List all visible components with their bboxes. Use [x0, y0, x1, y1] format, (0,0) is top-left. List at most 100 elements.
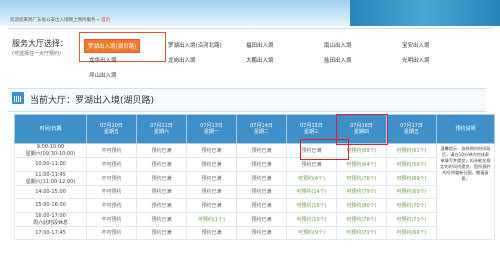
date-column-header: 07月14日 星期二 — [236, 114, 287, 144]
breadcrumb-home-link[interactable]: 首页 — [101, 18, 110, 23]
breadcrumb-prefix: 欢迎您来到广东省公安出入境网上预约服务 » — [10, 18, 102, 23]
slot-available[interactable]: 可预约(80个) — [336, 198, 387, 213]
slot-full: 预约已满 — [236, 198, 287, 213]
time-slot-label: 14:00-15:00 — [35, 188, 66, 195]
slot-full: 预约已满 — [136, 143, 187, 158]
date-column-header: 07月11日 星期六 — [136, 114, 187, 144]
time-slot-cell: 16:00-17:00 周六此时段休息 — [14, 211, 87, 227]
table-header-row: 时间/日期 07月10日 星期五 07月11日 星期六 07月13日 星期一 07月1… — [14, 113, 495, 145]
slot-full: 预约已满 — [136, 184, 187, 199]
slot-available[interactable]: 可预约(69个) — [386, 170, 437, 186]
note-header: 预约说明 — [436, 114, 495, 144]
slot-available[interactable]: 可预约(73个) — [386, 211, 437, 227]
slot-unavailable: 不可预约 — [86, 184, 137, 199]
slot-full: 预约已满 — [186, 184, 237, 199]
column-weekday: 星期三 — [303, 129, 319, 135]
slot-available[interactable]: 可预约(66个) — [386, 225, 437, 240]
slot-full: 预约已满 — [136, 225, 187, 240]
hall-option-yantian[interactable]: 盐田出入境 — [324, 56, 352, 64]
slot-unavailable: 不可预约 — [86, 225, 137, 240]
hall-select-sublabel: (可选择任一大厅预约) — [12, 51, 61, 57]
time-slot-cell: 17:00-17:45 — [14, 225, 87, 240]
slot-full: 预约已满 — [186, 198, 237, 213]
table-row: 14:00-15:00 不可预约 预约已满 预约已满 预约已满 可预约(14个) 可预约(7… — [14, 184, 495, 199]
table-row: 10:00-11:00 不可预约 预约已满 预约已满 预约已满 预约已满 可预约(64个) 可… — [14, 157, 495, 172]
slot-full: 预约已满 — [236, 225, 287, 240]
time-slot-cell: 10:00-11:00 — [14, 157, 87, 172]
column-weekday: 星期五 — [103, 129, 119, 135]
slot-full: 预约已满 — [236, 170, 287, 186]
time-slot-cell: 14:00-15:00 — [14, 184, 87, 199]
slot-available[interactable]: 可预约(76个) — [336, 170, 387, 186]
hall-option-longhua[interactable]: 龙华出入境 — [89, 56, 117, 64]
slot-available[interactable]: 可预约(4个) — [286, 170, 337, 186]
time-slot-sublabel: 星期六(11:00-12:00) — [25, 178, 76, 185]
date-column-header: 07月10日 星期五 — [86, 114, 137, 144]
breadcrumb: 欢迎您来到广东省公安出入境网上预约服务 » 首页 — [10, 17, 110, 23]
selected-slot-highlight — [300, 139, 349, 160]
time-slot-sublabel: 周六此时段休息 — [32, 219, 68, 226]
hall-option-luohu-yanhe[interactable]: 罗湖出入境(沿河北路) — [168, 41, 222, 49]
table-row: 11:00-11:45 星期六(11:00-12:00) 不可预约 预约已满 预约已满预… — [14, 170, 495, 186]
slot-full: 预约已满 — [136, 198, 187, 213]
hall-option-pingshan[interactable]: 坪山出入境 — [89, 71, 117, 79]
time-slot-label: 15:00-16:00 — [35, 202, 66, 209]
slot-available[interactable]: 可预约(9个) — [286, 225, 337, 240]
slot-full: 预约已满 — [236, 211, 287, 227]
slot-unavailable: 不可预约 — [86, 157, 137, 172]
hall-option-dapeng[interactable]: 大鹏出入境 — [246, 56, 274, 64]
column-weekday: 星期一 — [203, 129, 219, 135]
hall-option-longgang[interactable]: 龙岗出入境 — [168, 56, 196, 64]
slot-available[interactable]: 可预约(61个) — [386, 143, 437, 158]
table-row: 16:00-17:00 周六此时段休息 不可预约 预约已满 可预约(1个) 预约已满 可预约… — [14, 211, 495, 227]
table-row: 17:00-17:45 不可预约 预约已满 预约已满 预约已满 可预约(9个) 可预约(71… — [14, 225, 495, 240]
slot-full: 预约已满 — [186, 170, 237, 186]
slot-available[interactable]: 可预约(56个) — [386, 157, 437, 172]
hall-option-luohu-hubei[interactable]: 罗湖出入境(湖贝路) — [84, 39, 141, 53]
slot-full: 预约已满 — [186, 225, 237, 240]
time-slot-sublabel: 星期六(09:30-10:00) — [25, 151, 76, 157]
slot-full: 预约已满 — [136, 211, 187, 227]
banner-image — [350, 0, 500, 26]
time-slot-label: 10:00-11:00 — [35, 161, 66, 168]
hall-option-futian[interactable]: 福田出入境 — [246, 41, 274, 49]
time-slot-cell: 11:00-11:45 星期六(11:00-12:00) — [14, 170, 87, 186]
date-column-header: 07月13日 星期一 — [186, 114, 237, 144]
slot-unavailable: 不可预约 — [86, 143, 137, 158]
column-weekday: 星期二 — [253, 129, 269, 135]
slot-full: 预约已满 — [186, 157, 237, 172]
slot-available[interactable]: 可预约(71个) — [336, 225, 387, 240]
table-row: 15:00-16:00 不可预约 预约已满 预约已满 预约已满 可预约(16个) 可预约(8… — [14, 198, 495, 213]
slot-full: 预约已满 — [186, 143, 237, 158]
hall-option-nanshan[interactable]: 南山出入境 — [324, 41, 352, 49]
slot-full: 预约已满 — [136, 157, 187, 172]
time-slot-cell: 9:00-10:00 星期六(09:30-10:00) — [14, 143, 87, 158]
slot-available[interactable]: 可预约(79个) — [336, 184, 387, 199]
slot-available[interactable]: 可预约(16个) — [286, 198, 337, 213]
slot-full: 预约已满 — [236, 184, 287, 199]
slot-unavailable: 不可预约 — [86, 170, 137, 186]
appointment-schedule-table: 时间/日期 07月10日 星期五 07月11日 星期六 07月13日 星期一 07月1… — [14, 113, 495, 240]
slot-unavailable: 不可预约 — [86, 211, 137, 227]
time-slot-label: 17:00-17:45 — [35, 229, 66, 236]
slot-available[interactable]: 可预约(69个) — [386, 184, 437, 199]
slot-unavailable: 不可预约 — [86, 198, 137, 213]
slot-available[interactable]: 可预约(10个) — [286, 211, 337, 227]
slot-full: 预约已满 — [236, 143, 287, 158]
date-column-header: 07月17日 星期五 — [386, 114, 437, 144]
slot-available[interactable]: 可预约(14个) — [286, 184, 337, 199]
hall-option-guangming[interactable]: 光明出入境 — [402, 56, 430, 64]
column-weekday: 星期六 — [153, 129, 169, 135]
table-row: 9:00-10:00 星期六(09:30-10:00) 不可预约 预约已满 预约已满 预约… — [14, 143, 495, 240]
slot-available[interactable]: 可预约(1个) — [186, 211, 237, 227]
calendar-icon — [12, 92, 24, 104]
column-weekday: 星期四 — [353, 129, 369, 135]
slot-full: 预约已满 — [236, 157, 287, 172]
hall-select-label: 服务大厅选择： — [12, 39, 68, 48]
current-hall-title: 当前大厅：罗湖出入境(湖贝路) — [30, 96, 155, 106]
slot-available[interactable]: 可预约(70个) — [386, 198, 437, 213]
slot-full: 预约已满 — [136, 170, 187, 186]
hall-option-baoan[interactable]: 宝安出入境 — [402, 41, 430, 49]
slot-available[interactable]: 可预约(78个) — [336, 211, 387, 227]
divider — [8, 28, 492, 29]
